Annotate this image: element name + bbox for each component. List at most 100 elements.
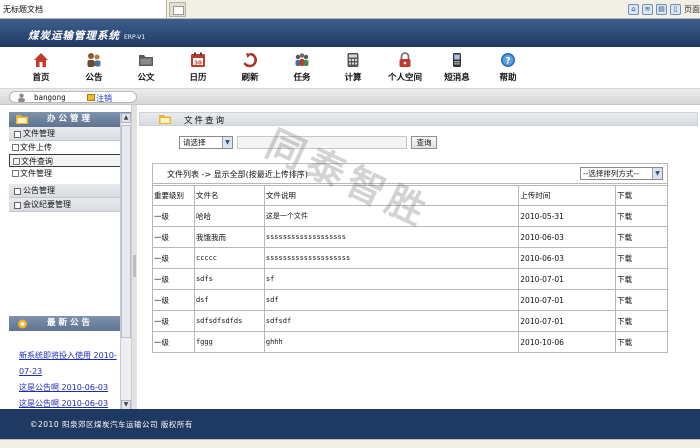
level-cell: 一级 — [152, 247, 195, 269]
sidebar-group-notice-management[interactable]: 公告管理 — [9, 184, 131, 198]
toolbar-home-button[interactable]: 首页 — [21, 50, 61, 88]
chevron-down-icon: ▼ — [652, 168, 662, 179]
search-form: 请选择 ▼ 查询 — [179, 136, 437, 149]
download-link[interactable]: 下载 — [615, 205, 668, 227]
column-header: 文件说明 — [263, 185, 520, 206]
sort-select[interactable]: --选择排列方式-- ▼ — [580, 167, 663, 180]
description-cell: sdf — [263, 289, 520, 311]
home-icon[interactable]: ⌂ — [628, 4, 639, 15]
filename-cell: 我饿我而 — [193, 226, 265, 248]
scroll-thumb[interactable] — [121, 125, 131, 338]
notice-title: 最新公告 — [47, 318, 94, 328]
download-link[interactable]: 下载 — [615, 310, 668, 332]
app-header: 煤炭运输管理系统 ERP-V1 — [0, 19, 700, 47]
calculator-icon — [347, 53, 359, 67]
toolbar-calculator-button[interactable]: 计算 — [333, 50, 373, 88]
browser-status-bar — [0, 439, 700, 448]
level-cell: 一级 — [152, 310, 195, 332]
table-row: 一级 哈哈 这是一个文件 2010-05-31 下载 — [152, 205, 668, 227]
phone-icon — [453, 53, 461, 67]
browser-tab[interactable]: 无标题文档 — [0, 0, 167, 19]
file-table: 重要级别 文件名 文件说明 上传时间 下载 一级 哈哈 这是一个文件 2010-… — [152, 185, 668, 353]
level-cell: 一级 — [152, 289, 195, 311]
description-cell: sdfsdf — [263, 310, 520, 332]
file-list-bar: 文件列表 -> 显示全部(按最近上传排序) --选择排列方式-- ▼ — [153, 164, 667, 184]
download-link[interactable]: 下载 — [615, 226, 668, 248]
chevron-down-icon: ▼ — [222, 137, 232, 148]
toolbar-message-button[interactable]: 短消息 — [437, 50, 477, 88]
sidebar-header: 办公管理 — [9, 112, 131, 127]
app-title: 煤炭运输管理系统 ERP-V1 — [28, 30, 146, 42]
download-link[interactable]: 下载 — [615, 247, 668, 269]
date-cell: 2010-07-01 — [518, 268, 617, 290]
column-header: 重要级别 — [152, 185, 195, 206]
filename-cell: sdfs — [193, 268, 265, 290]
folder-open-icon — [159, 115, 171, 124]
notice-list: 新系统即将投入使用 2010-07-23 这是公告啊 2010-06-03 这是… — [9, 331, 131, 409]
folder-icon — [139, 55, 153, 66]
description-cell: sf — [263, 268, 520, 290]
search-button[interactable]: 查询 — [411, 136, 437, 149]
sidebar-group-file-management[interactable]: 文件管理 — [9, 127, 131, 141]
app-version: ERP-V1 — [124, 34, 146, 41]
filename-cell: dsf — [193, 289, 265, 311]
notice-link[interactable]: 这是公告啊 2010-06-03 — [19, 396, 131, 409]
sidebar-item-file-query[interactable]: 文件查询 — [9, 154, 131, 167]
toolbar-calendar-button[interactable]: 30 日历 — [178, 50, 218, 88]
page-icon[interactable]: ▯ — [670, 4, 681, 15]
download-link[interactable]: 下载 — [615, 268, 668, 290]
logout-link[interactable]: 注销 — [96, 93, 112, 104]
level-cell: 一级 — [152, 331, 195, 353]
notice-link[interactable]: 这是公告啊 2010-06-03 — [19, 380, 131, 396]
description-cell: 这是一个文件 — [263, 205, 520, 227]
keyword-input[interactable] — [237, 136, 407, 149]
filename-cell: 哈哈 — [193, 205, 265, 227]
toolbar-notice-button[interactable]: 公告 — [74, 50, 114, 88]
people-icon — [87, 53, 101, 67]
column-header: 上传时间 — [518, 185, 617, 206]
download-link[interactable]: 下载 — [615, 331, 668, 353]
main-panel: 文件查询 请选择 ▼ 查询 文件列表 -> 显示全部(按最近上传排序) --选择… — [137, 105, 700, 409]
sidebar-scrollbar[interactable]: ▲ ▼ — [120, 113, 131, 410]
main-header: 文件查询 — [139, 112, 698, 126]
logout-icon — [87, 94, 95, 101]
toolbar-document-button[interactable]: 公文 — [126, 50, 166, 88]
description-cell: sssssssssssssssssss — [263, 226, 520, 248]
sidebar: 办公管理 文件管理 文件上传 文件查询 文件管理 公告管理 会议纪要管理 最新公… — [9, 112, 131, 409]
table-row: 一级 sdfsdfsdfds sdfsdf 2010-07-01 下载 — [152, 310, 668, 332]
help-icon: ? — [501, 53, 515, 67]
notice-link[interactable]: 新系统即将投入使用 2010-07-23 — [19, 348, 119, 380]
svg-text:?: ? — [505, 56, 510, 66]
toolbar-help-button[interactable]: ? 帮助 — [488, 50, 528, 88]
browser-command-bar: ⌂ ≋ ▤ ▯ 页面 — [628, 3, 700, 16]
sidebar-item-file-manage[interactable]: 文件管理 — [9, 167, 131, 180]
level-cell: 一级 — [152, 205, 195, 227]
download-link[interactable]: 下载 — [615, 289, 668, 311]
copyright-text: ©2010 阳泉郊区煤炭汽车运输公司 版权所有 — [30, 420, 193, 429]
new-tab-button[interactable] — [169, 2, 186, 17]
type-select[interactable]: 请选择 ▼ — [179, 136, 233, 149]
description-cell: ssssssssssssssssssss — [263, 247, 520, 269]
table-header-row: 重要级别 文件名 文件说明 上传时间 下载 — [152, 185, 668, 206]
feeds-icon[interactable]: ≋ — [642, 4, 653, 15]
user-icon — [18, 93, 25, 102]
sidebar-item-file-upload[interactable]: 文件上传 — [9, 141, 131, 154]
date-cell: 2010-10-06 — [518, 331, 617, 353]
date-cell: 2010-05-31 — [518, 205, 617, 227]
main-toolbar: 首页 公告 公文 30 日历 刷新 任务 计算 个人空间 短消息 ? 帮助 — [0, 47, 700, 89]
page-menu[interactable]: 页面 — [684, 4, 700, 15]
toolbar-personal-space-button[interactable]: 个人空间 — [385, 50, 425, 88]
toolbar-task-button[interactable]: 任务 — [282, 50, 322, 88]
filename-cell: sdfsdfsdfds — [193, 310, 265, 332]
toolbar-refresh-button[interactable]: 刷新 — [230, 50, 270, 88]
date-cell: 2010-06-03 — [518, 247, 617, 269]
sidebar-title: 办公管理 — [47, 114, 94, 124]
scroll-up-icon[interactable]: ▲ — [121, 113, 131, 123]
print-icon[interactable]: ▤ — [656, 4, 667, 15]
page-title: 文件查询 — [184, 116, 227, 126]
level-cell: 一级 — [152, 268, 195, 290]
table-row: 一级 ccccc ssssssssssssssssssss 2010-06-03… — [152, 247, 668, 269]
sidebar-group-meeting-minutes[interactable]: 会议纪要管理 — [9, 198, 131, 212]
browser-tab-title: 无标题文档 — [3, 5, 43, 14]
folder-open-icon — [16, 115, 28, 124]
